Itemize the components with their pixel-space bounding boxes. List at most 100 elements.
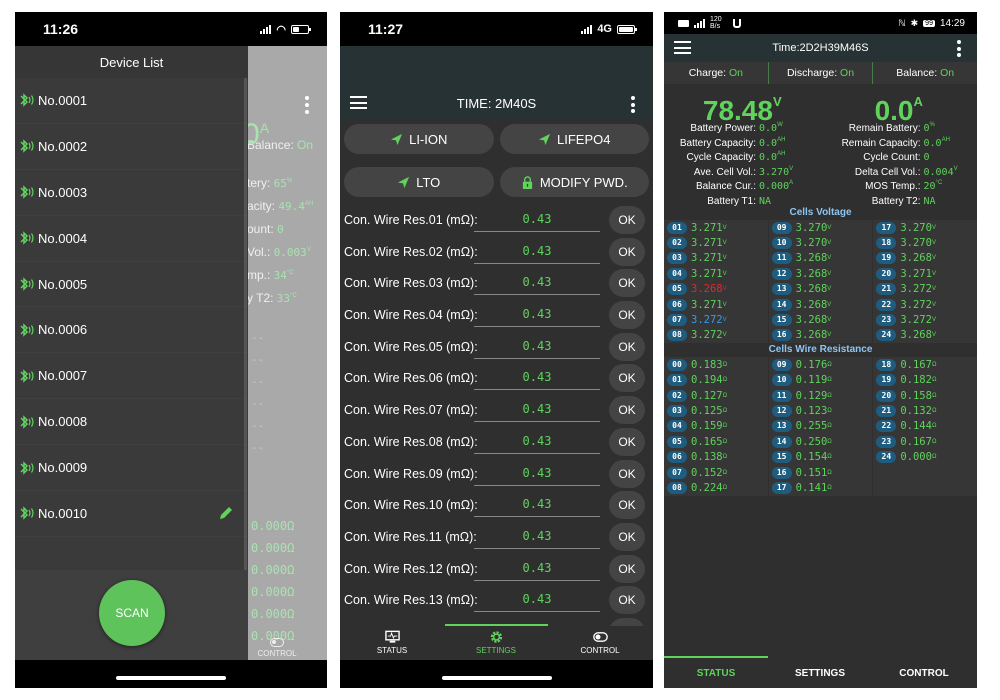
- battery-type-button-li-ion[interactable]: LI-ION: [344, 124, 494, 154]
- ok-button[interactable]: OK: [609, 301, 645, 330]
- more-menu-icon[interactable]: [957, 40, 961, 60]
- resistance-input[interactable]: [474, 555, 600, 581]
- cell-value: 0.127: [691, 389, 723, 402]
- device-name: No.0001: [38, 92, 88, 108]
- battery-type-button-lto[interactable]: LTO: [344, 167, 494, 197]
- resistance-input[interactable]: [474, 333, 600, 359]
- device-name: No.0003: [38, 184, 88, 200]
- cells-voltage-grid: 01 3.271 V 02 3.271 V 03 3.271 V 04 3.271 V 05 3.268 V…: [664, 220, 977, 344]
- cell-voltage-cell: 07 3.272 V: [664, 312, 768, 327]
- more-menu-icon[interactable]: [631, 96, 635, 116]
- flag-label: Discharge:: [786, 67, 841, 79]
- tab-status[interactable]: STATUS: [340, 630, 444, 655]
- device-list-item[interactable]: No.0009: [15, 445, 248, 492]
- stat-value: 0.003: [273, 246, 307, 259]
- resistance-input[interactable]: [474, 523, 600, 549]
- cell-unit: Ω: [827, 377, 832, 384]
- device-list-item[interactable]: No.0003: [15, 170, 248, 216]
- wire-resistance-row: Con. Wire Res.09 (mΩ): OK: [340, 458, 653, 490]
- cell-unit: V: [931, 286, 936, 293]
- resistance-label: Con. Wire Res.10 (mΩ):: [344, 498, 478, 513]
- cell-voltage-cell: 01 3.271 V: [664, 220, 768, 235]
- resistance-input[interactable]: [474, 587, 600, 613]
- device-list-item[interactable]: No.0005: [15, 262, 248, 308]
- ok-button[interactable]: OK: [609, 459, 645, 488]
- resistance-input[interactable]: [474, 428, 600, 454]
- cell-unit: V: [722, 332, 727, 339]
- cell-unit: V: [722, 301, 727, 308]
- tab-control[interactable]: CONTROL: [548, 630, 652, 655]
- active-tab-indicator: [664, 656, 768, 658]
- battery-type-button-modify-pwd[interactable]: MODIFY PWD.: [499, 167, 649, 197]
- bluetooth-icon: [18, 322, 36, 338]
- ok-button[interactable]: OK: [609, 206, 645, 234]
- cell-index-badge: 13: [771, 283, 792, 296]
- background-stat: tery: 65%: [247, 176, 292, 190]
- wire-resistance-cell: 11 0.129 Ω: [769, 388, 873, 403]
- app-notification-icon: [733, 18, 741, 28]
- tab-status[interactable]: STATUS: [664, 668, 768, 679]
- ok-button[interactable]: OK: [609, 554, 645, 583]
- resistance-input[interactable]: [474, 302, 600, 328]
- cell-voltage-cell: 17 3.270 V: [873, 220, 977, 235]
- cell-index-badge: 04: [667, 267, 687, 280]
- edit-pencil-icon[interactable]: [218, 505, 234, 521]
- stat-row: Balance Cur.: 0.000A: [664, 176, 821, 192]
- resistance-input[interactable]: [474, 460, 600, 486]
- device-list-item[interactable]: No.0008: [15, 399, 248, 446]
- ok-button[interactable]: OK: [609, 396, 645, 425]
- wire-resistance-row: Con. Wire Res.06 (mΩ): OK: [340, 362, 653, 394]
- tab-control[interactable]: CONTROL: [872, 668, 976, 679]
- stat-unit: V: [306, 247, 311, 253]
- resistance-input[interactable]: [474, 238, 600, 264]
- wire-resistance-cell: 21 0.132 Ω: [873, 403, 977, 418]
- cell-value: 3.271: [691, 221, 723, 234]
- cell-voltage-cell: 13 3.268 V: [769, 282, 873, 297]
- ok-button[interactable]: OK: [609, 269, 645, 298]
- device-list-item[interactable]: No.0002: [15, 124, 248, 170]
- stat-label: ount:: [247, 222, 278, 236]
- flag-value: On: [840, 67, 855, 79]
- stat-value: 0: [277, 223, 284, 236]
- cell-index-badge: 09: [771, 221, 792, 234]
- ok-button[interactable]: OK: [609, 491, 645, 520]
- wire-resistance-cell: 14 0.250 Ω: [769, 434, 873, 449]
- scan-button[interactable]: SCAN: [99, 580, 165, 646]
- home-indicator[interactable]: [441, 676, 552, 680]
- device-list-item[interactable]: No.0007: [15, 353, 248, 400]
- send-icon: [538, 133, 551, 146]
- ok-button[interactable]: OK: [609, 332, 645, 361]
- resistance-input[interactable]: [474, 207, 600, 232]
- resistance-input[interactable]: [474, 397, 600, 423]
- scrollbar[interactable]: [244, 78, 247, 578]
- cell-voltage-cell: 21 3.272 V: [873, 282, 977, 297]
- signal-icon: [260, 24, 272, 34]
- cell-unit: Ω: [827, 423, 832, 430]
- device-list-item[interactable]: No.0004: [15, 216, 248, 262]
- device-list-item[interactable]: No.0001: [15, 78, 248, 124]
- battery-type-button-lifepo4[interactable]: LIFEPO4: [499, 124, 649, 154]
- home-indicator[interactable]: [116, 676, 226, 680]
- cell-index-badge: 14: [771, 298, 792, 311]
- tab-settings[interactable]: SETTINGS: [768, 668, 872, 679]
- device-list-item[interactable]: No.0010: [15, 491, 248, 537]
- status-time: 11:27: [368, 21, 404, 37]
- tab-settings[interactable]: SETTINGS: [444, 630, 548, 655]
- resistance-input[interactable]: [474, 492, 600, 518]
- ok-button[interactable]: OK: [609, 522, 645, 551]
- ok-button[interactable]: OK: [609, 586, 645, 615]
- cell-value: 0.129: [795, 389, 828, 402]
- cell-unit: Ω: [931, 392, 937, 399]
- cell-index-badge: 10: [771, 237, 792, 250]
- device-name: No.0006: [38, 322, 88, 338]
- ok-button[interactable]: OK: [609, 237, 645, 266]
- cell-unit: Ω: [827, 484, 832, 491]
- resistance-input[interactable]: [474, 365, 600, 391]
- cell-index-badge: 17: [876, 221, 897, 234]
- ok-button[interactable]: OK: [609, 427, 645, 456]
- resistance-input[interactable]: [474, 270, 600, 296]
- cell-index-badge: 06: [667, 451, 687, 464]
- cell-index-badge: 01: [667, 221, 687, 234]
- device-list-item[interactable]: No.0006: [15, 307, 248, 354]
- ok-button[interactable]: OK: [609, 364, 645, 393]
